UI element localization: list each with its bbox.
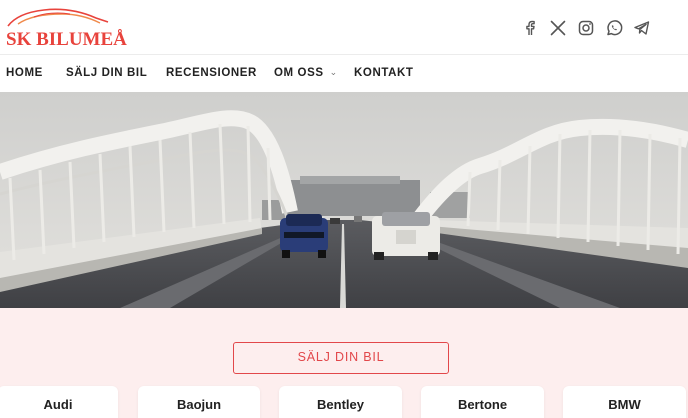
site-logo[interactable]: SK BILUMEÅ <box>4 4 127 50</box>
hero-image <box>0 92 688 308</box>
nav-item-recensioner[interactable]: RECENSIONER <box>166 67 257 79</box>
nav-item-home[interactable]: HOME <box>6 67 43 79</box>
chevron-down-icon: ⌄ <box>329 67 338 77</box>
nav-item-om-oss-label: OM OSS <box>274 67 324 79</box>
facebook-icon[interactable] <box>520 18 540 38</box>
brand-card-bmw[interactable]: BMW <box>563 386 686 418</box>
telegram-icon[interactable] <box>632 18 652 38</box>
social-links <box>520 18 652 38</box>
main-nav: HOME SÄLJ DIN BIL RECENSIONER OM OSS ⌄ KO… <box>0 55 688 92</box>
brand-card-baojun[interactable]: Baojun <box>138 386 260 418</box>
nav-item-om-oss[interactable]: OM OSS ⌄ <box>274 67 338 79</box>
nav-item-kontakt[interactable]: KONTAKT <box>354 67 414 79</box>
brand-card-bertone[interactable]: Bertone <box>421 386 544 418</box>
brand-card-audi[interactable]: Audi <box>0 386 118 418</box>
logo-text: SK BILUMEÅ <box>6 29 127 50</box>
x-icon[interactable] <box>548 18 568 38</box>
site-header: SK BILUMEÅ <box>0 0 688 54</box>
brand-card-bentley[interactable]: Bentley <box>279 386 402 418</box>
salj-din-bil-button[interactable]: SÄLJ DIN BIL <box>233 342 449 374</box>
nav-item-salj-din-bil[interactable]: SÄLJ DIN BIL <box>66 67 147 79</box>
instagram-icon[interactable] <box>576 18 596 38</box>
whatsapp-icon[interactable] <box>604 18 624 38</box>
